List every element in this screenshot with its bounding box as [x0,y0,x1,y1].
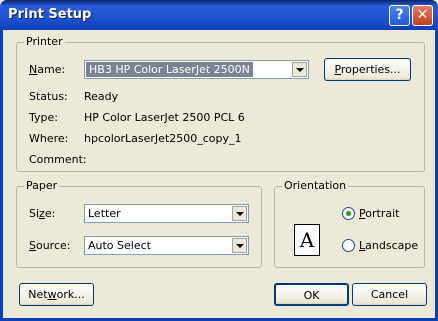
portrait-radio[interactable] [342,207,355,220]
paper-group-label: Paper [24,179,60,192]
ok-button[interactable]: OK [274,283,349,306]
landscape-label[interactable]: Landscape [359,239,418,252]
paper-group: Paper Size: Letter Source: Auto Select [16,179,262,268]
paper-size-label: Size: [29,207,56,220]
paper-source-value: Auto Select [88,239,151,252]
where-value: hpcolorLaserJet2500_copy_1 [84,132,242,145]
printer-group-label: Printer [24,35,65,48]
window-title: Print Setup [8,7,92,22]
chevron-down-icon[interactable] [232,206,247,221]
orientation-group: Orientation A Portrait Landscape [274,179,425,268]
network-button[interactable]: Network... [19,283,94,306]
title-bar: Print Setup ? ✕ [0,0,438,30]
cancel-button[interactable]: Cancel [352,283,427,306]
type-label: Type: [29,111,58,124]
landscape-radio[interactable] [342,239,355,252]
printer-name-label: Name: [29,63,66,76]
status-value: Ready [84,90,119,103]
paper-size-value: Letter [88,207,121,220]
help-button[interactable]: ? [389,5,410,26]
comment-label: Comment: [29,153,87,166]
chevron-down-icon[interactable] [292,62,307,77]
printer-name-value: HB3 HP Color LaserJet 2500N [86,62,253,77]
orientation-group-label: Orientation [282,179,349,192]
portrait-page-icon: A [294,224,320,256]
chevron-down-icon[interactable] [232,238,247,253]
properties-button[interactable]: Properties... [324,58,411,81]
paper-size-select[interactable]: Letter [84,204,249,223]
where-label: Where: [29,132,69,145]
status-label: Status: [29,90,68,103]
printer-group: Printer Name: HB3 HP Color LaserJet 2500… [16,35,425,172]
close-button[interactable]: ✕ [412,5,433,26]
paper-source-label: Source: [29,239,71,252]
type-value: HP Color LaserJet 2500 PCL 6 [84,111,245,124]
printer-name-select[interactable]: HB3 HP Color LaserJet 2500N [84,60,309,79]
paper-source-select[interactable]: Auto Select [84,236,249,255]
dialog-body: Printer Name: HB3 HP Color LaserJet 2500… [0,30,438,321]
portrait-label[interactable]: Portrait [359,207,399,220]
